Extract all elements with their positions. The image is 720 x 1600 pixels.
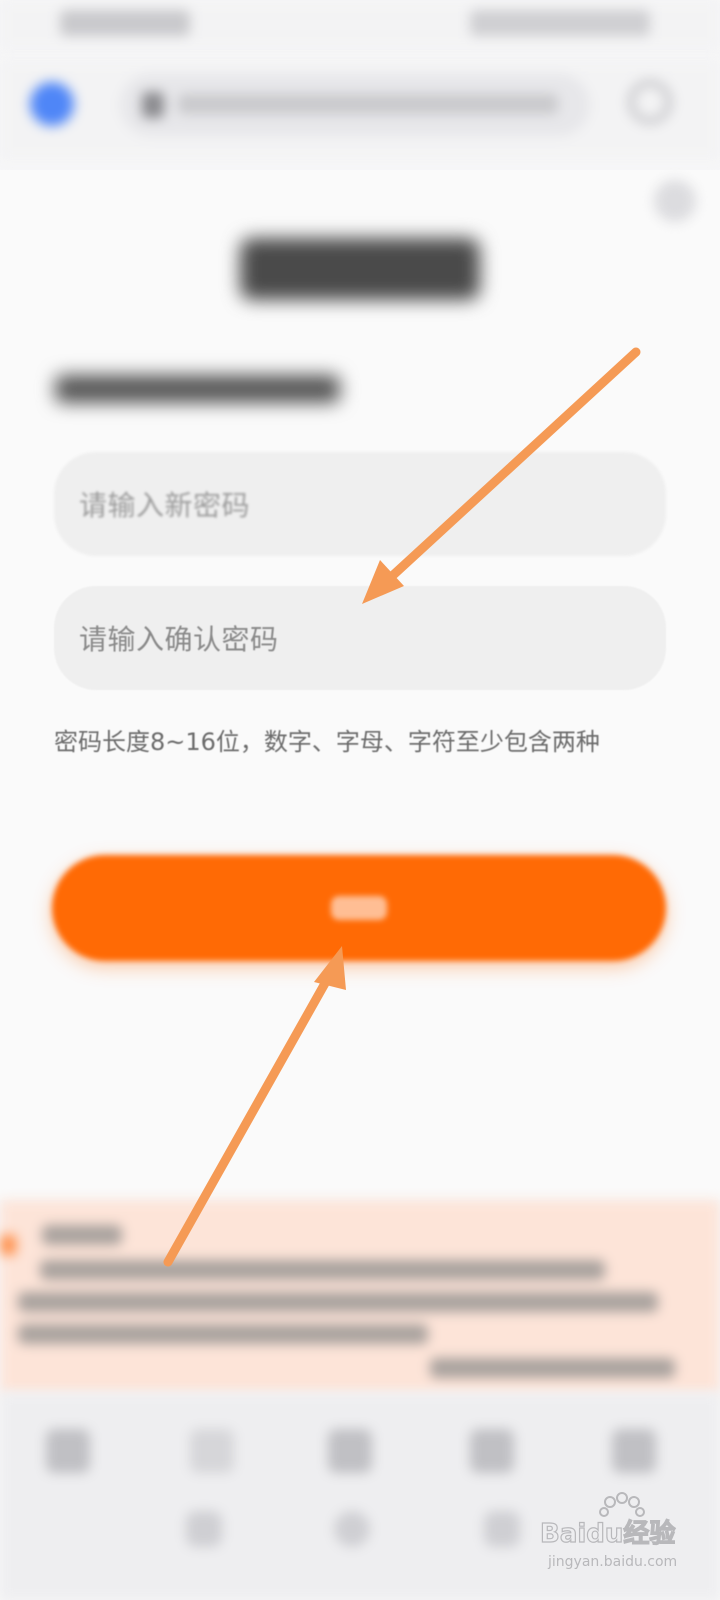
new-password-field[interactable]: 请输入新密码 [54,452,666,556]
baidu-paw-icon: Baidu经验 [540,1492,676,1550]
page-title [240,238,480,300]
forward-icon[interactable] [190,1429,234,1473]
reset-password-page: 请输入新密码 请输入确认密码 密码长度8~16位，数字、字母、字符至少包含两种 [0,170,720,1200]
notice-icon [0,1235,16,1255]
submit-label [331,896,387,920]
home-icon[interactable] [328,1429,372,1473]
svg-text:Baidu经验: Baidu经验 [540,1518,675,1549]
notice-line [18,1292,658,1312]
submit-button[interactable] [52,855,666,961]
signal-icons [60,10,190,36]
confirm-password-field[interactable]: 请输入确认密码 [54,586,666,690]
refresh-icon[interactable] [628,80,672,124]
confirm-password-placeholder: 请输入确认密码 [79,623,279,656]
notice-link[interactable] [430,1358,675,1378]
browser-logo-icon[interactable] [30,82,74,126]
nav-recents-icon[interactable] [484,1511,520,1547]
help-icon[interactable] [654,180,696,222]
page-subtitle [55,375,340,403]
lock-icon [142,92,164,118]
tabs-icon[interactable] [470,1429,514,1473]
nav-back-icon[interactable] [186,1511,222,1547]
new-password-placeholder: 请输入新密码 [79,489,251,522]
baidu-watermark-url: jingyan.baidu.com [548,1554,678,1570]
status-bar [0,0,720,50]
address-bar[interactable] [120,74,590,136]
menu-icon[interactable] [612,1429,656,1473]
back-icon[interactable] [46,1429,90,1473]
notice-line [18,1324,428,1344]
nav-home-icon[interactable] [334,1511,370,1547]
password-hint: 密码长度8~16位，数字、字母、字符至少包含两种 [54,728,600,756]
notice-title [42,1225,122,1245]
notice-banner [0,1200,720,1393]
baidu-watermark: Baidu经验 jingyan.baidu.com [540,1490,710,1590]
battery-time-icons [470,10,650,36]
browser-bar [0,60,720,160]
address-url [178,94,558,114]
notice-line [40,1260,605,1280]
